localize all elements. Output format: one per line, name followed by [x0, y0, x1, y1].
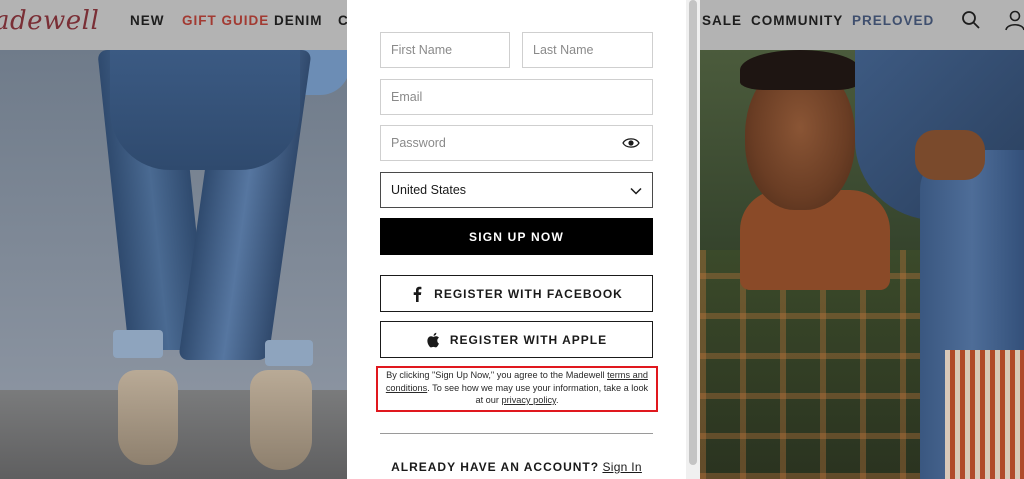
country-select[interactable]: United States	[380, 172, 653, 208]
facebook-button-label: REGISTER WITH FACEBOOK	[434, 286, 623, 301]
country-value: United States	[391, 183, 467, 197]
hero-image-right	[700, 50, 1024, 479]
madewell-logo[interactable]: adewell	[0, 6, 99, 36]
nav-item-sale[interactable]: SALE	[702, 13, 742, 28]
password-placeholder: Password	[391, 136, 446, 150]
password-input[interactable]: Password	[380, 125, 653, 161]
facebook-icon	[413, 286, 422, 302]
sign-in-link[interactable]: Sign In	[602, 460, 641, 474]
already-have-account: ALREADY HAVE AN ACCOUNT? Sign In	[347, 460, 686, 474]
sign-up-now-button[interactable]: SIGN UP NOW	[380, 218, 653, 255]
show-password-eye-icon[interactable]	[622, 136, 640, 150]
search-icon[interactable]	[960, 9, 982, 31]
nav-item-denim[interactable]: DENIM	[274, 13, 323, 28]
last-name-input[interactable]: Last Name	[522, 32, 653, 68]
first-name-input[interactable]: First Name	[380, 32, 510, 68]
nav-item-preloved[interactable]: PRELOVED	[852, 13, 934, 28]
nav-item-gift-guide[interactable]: GIFT GUIDE	[182, 13, 269, 28]
email-input[interactable]: Email	[380, 79, 653, 115]
legal-disclaimer: By clicking "Sign Up Now," you agree to …	[382, 369, 652, 407]
register-apple-button[interactable]: REGISTER WITH APPLE	[380, 321, 653, 358]
account-icon[interactable]	[1004, 9, 1024, 31]
privacy-policy-link[interactable]: privacy policy	[502, 395, 556, 405]
modal-scrollbar-thumb[interactable]	[689, 0, 697, 465]
nav-item-new[interactable]: NEW	[130, 13, 165, 28]
hero-image-left	[0, 50, 350, 479]
legal-text-part3: .	[555, 395, 559, 405]
legal-text-part1: By clicking "Sign Up Now," you agree to …	[386, 370, 608, 380]
register-facebook-button[interactable]: REGISTER WITH FACEBOOK	[380, 275, 653, 312]
apple-button-label: REGISTER WITH APPLE	[449, 332, 608, 347]
already-have-account-text: ALREADY HAVE AN ACCOUNT?	[391, 460, 600, 474]
nav-item-community[interactable]: COMMUNITY	[751, 13, 843, 28]
chevron-down-icon	[630, 187, 642, 195]
divider	[380, 433, 653, 434]
apple-icon	[427, 332, 439, 347]
